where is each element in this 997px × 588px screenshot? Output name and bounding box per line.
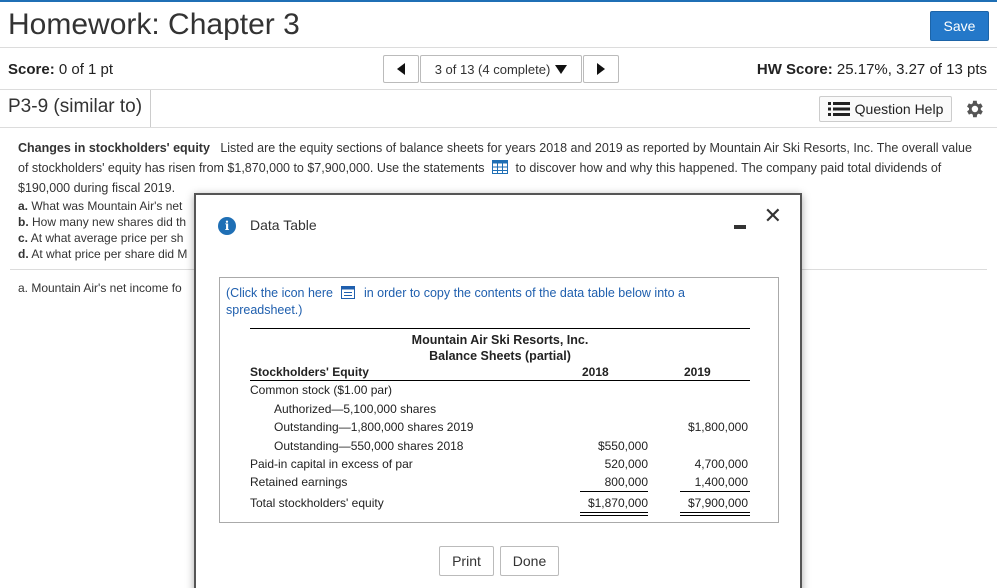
row-label: Authorized—5,100,000 shares	[274, 402, 437, 416]
triangle-left-icon	[397, 63, 405, 75]
problem-bar: P3-9 (similar to) Question Help	[0, 90, 997, 128]
copy-note-pre: (Click the icon here	[226, 286, 333, 300]
triangle-right-icon	[597, 63, 605, 75]
info-icon: i	[218, 217, 236, 235]
row-label: Outstanding—1,800,000 shares 2019	[274, 420, 474, 434]
sum-rule	[680, 491, 750, 492]
data-table-box: (Click the icon here in order to copy th…	[219, 277, 779, 523]
question-item-text: What was Mountain Air's net	[31, 199, 183, 213]
row-label: Outstanding—550,000 shares 2018	[274, 439, 464, 453]
table-icon[interactable]	[492, 160, 509, 174]
close-icon[interactable]: ✕	[764, 206, 782, 228]
total-double-rule	[680, 512, 750, 516]
hw-score-value: 25.17%, 3.27 of 13 pts	[836, 61, 987, 78]
save-button[interactable]: Save	[930, 11, 989, 41]
value-2019: 4,700,000	[694, 457, 748, 471]
page-title: Homework: Chapter 3	[8, 8, 300, 41]
data-table-dialog: i Data Table ✕ (Click the icon here in o…	[194, 193, 802, 588]
table-row: Outstanding—550,000 shares 2018 $550,000	[250, 439, 750, 457]
table-row: Paid-in capital in excess of par 520,000…	[250, 457, 750, 475]
question-intro: Changes in stockholders' equity Listed a…	[18, 138, 983, 198]
problem-id: P3-9 (similar to)	[0, 90, 152, 127]
question-help-button[interactable]: Question Help	[819, 96, 952, 122]
hw-score: HW Score: 25.17%, 3.27 of 13 pts	[757, 61, 987, 78]
row-label: Paid-in capital in excess of par	[250, 457, 413, 471]
table-row: Outstanding—1,800,000 shares 2019 $1,800…	[250, 420, 750, 438]
score-bar: Score: 0 of 1 pt 3 of 13 (4 complete) HW…	[0, 48, 997, 90]
table-row: Common stock ($1.00 par)	[250, 383, 750, 401]
column-header-2018: 2018	[582, 365, 609, 379]
value-2018: $550,000	[597, 439, 648, 453]
value-2019: $7,900,000	[687, 496, 748, 510]
rule	[250, 380, 750, 381]
sheet-subtitle: Balance Sheets (partial)	[429, 349, 571, 363]
question-letter: a.	[18, 199, 29, 213]
row-label: Retained earnings	[250, 475, 348, 489]
question-select[interactable]: 3 of 13 (4 complete)	[420, 55, 582, 83]
dialog-header: i Data Table ✕	[196, 195, 800, 253]
previous-question-button[interactable]	[383, 55, 419, 83]
total-double-rule	[580, 512, 648, 516]
sum-rule	[580, 491, 648, 492]
row-label: Total stockholders' equity	[250, 496, 384, 510]
score-value: 0 of 1 pt	[58, 61, 114, 78]
company-name: Mountain Air Ski Resorts, Inc.	[411, 333, 589, 347]
rule	[250, 328, 750, 329]
triangle-down-icon	[555, 64, 568, 74]
value-2019: $1,800,000	[687, 420, 748, 434]
list-icon	[827, 102, 850, 116]
value-2018: $1,870,000	[587, 496, 648, 510]
question-lead: Changes in stockholders' equity	[18, 141, 210, 155]
table-row: Authorized—5,100,000 shares	[250, 402, 750, 420]
table-row: Retained earnings 800,000 1,400,000	[250, 475, 750, 493]
question-item-text: How many new shares did th	[32, 215, 187, 229]
question-item-text: At what average price per sh	[30, 231, 184, 245]
minimize-button[interactable]	[734, 217, 748, 231]
next-question-button[interactable]	[583, 55, 619, 83]
settings-button[interactable]	[963, 98, 985, 120]
copy-note: (Click the icon here in order to copy th…	[226, 285, 726, 319]
question-help-label: Question Help	[854, 101, 944, 117]
value-2018: 520,000	[604, 457, 648, 471]
answer-prompt: a. Mountain Air's net income fo	[18, 281, 182, 295]
question-letter: d.	[18, 247, 29, 261]
value-2019: 1,400,000	[694, 475, 748, 489]
spreadsheet-icon[interactable]	[341, 286, 356, 299]
title-bar: Homework: Chapter 3 Save	[0, 0, 997, 48]
column-header-2019: 2019	[684, 365, 711, 379]
value-2018: 800,000	[604, 475, 648, 489]
score: Score: 0 of 1 pt	[8, 61, 113, 78]
print-button[interactable]: Print	[439, 546, 494, 576]
score-label: Score:	[8, 61, 55, 78]
hw-score-label: HW Score:	[756, 61, 833, 78]
table-row: Total stockholders' equity $1,870,000 $7…	[250, 496, 750, 514]
column-header-label: Stockholders' Equity	[250, 365, 369, 379]
question-letter: b.	[18, 215, 29, 229]
row-label: Common stock ($1.00 par)	[250, 383, 393, 397]
question-navigator: 3 of 13 (4 complete)	[383, 55, 619, 83]
question-letter: c.	[18, 231, 29, 245]
dialog-title: Data Table	[250, 217, 317, 233]
question-item-text: At what price per share did M	[31, 247, 188, 261]
question-select-text: 3 of 13 (4 complete)	[434, 61, 551, 77]
done-button[interactable]: Done	[500, 546, 559, 576]
gear-icon	[967, 100, 983, 118]
